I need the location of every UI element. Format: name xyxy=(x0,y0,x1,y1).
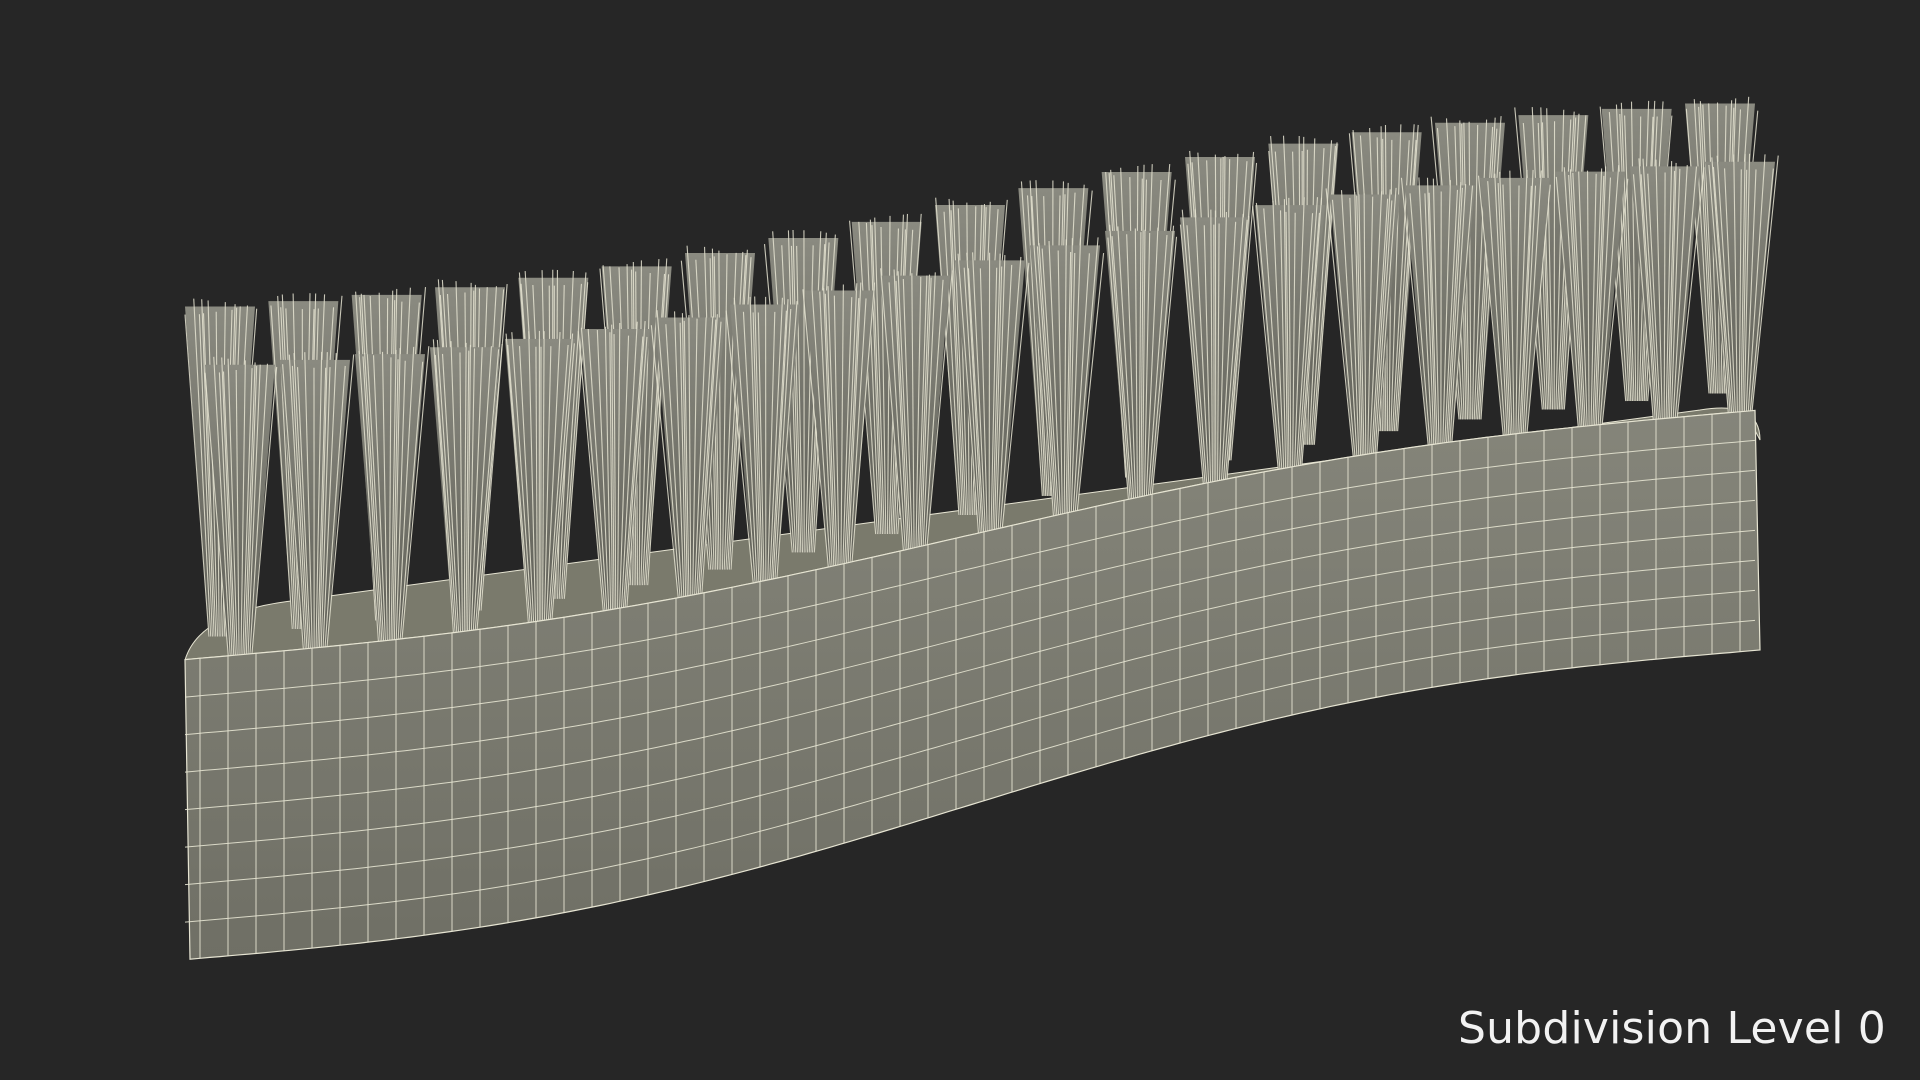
subdivision-level-label: Subdivision Level 0 xyxy=(1457,1003,1886,1054)
brush-wireframe-render xyxy=(184,96,1779,960)
bristle-tuft xyxy=(1105,224,1178,507)
render-viewport: Subdivision Level 0 xyxy=(0,0,1920,1080)
